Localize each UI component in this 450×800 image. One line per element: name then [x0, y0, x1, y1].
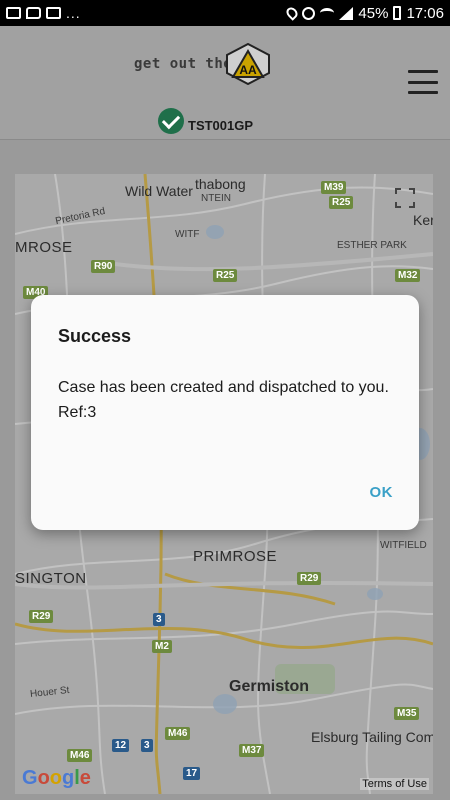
- map-label-witfield: WITFIELD: [380, 540, 427, 551]
- signal-icon: [339, 6, 354, 20]
- road-shield-r29: R29: [297, 572, 322, 585]
- road-shield-m2: M2: [152, 640, 172, 653]
- battery-percent: 45%: [358, 4, 389, 22]
- road-shield-r29: R29: [29, 610, 54, 623]
- map-label-esther-park: ESTHER PARK: [337, 240, 407, 251]
- road-shield-n12: 12: [112, 739, 130, 752]
- road-shield-n3: 3: [141, 739, 153, 752]
- clock: 17:06: [406, 4, 444, 22]
- dialog-reference: Ref:3: [58, 404, 97, 421]
- more-notifications: ...: [66, 5, 81, 21]
- map-label-sington: SINGTON: [15, 570, 87, 587]
- battery-icon: [393, 6, 402, 20]
- map-label-kem: Ker: [413, 212, 433, 228]
- map-label-primrose: PRIMROSE: [193, 548, 278, 565]
- app-header: get out there AA TST001GP: [0, 26, 450, 140]
- gmail-icon: [6, 7, 21, 19]
- road-shield-n3: 3: [153, 613, 165, 626]
- road-shield-m35: M35: [394, 707, 420, 720]
- road-shield-r90: R90: [91, 260, 116, 273]
- road-shield-m39: M39: [321, 181, 347, 194]
- road-shield-r25: R25: [329, 196, 354, 209]
- map-label-ntein: NTEIN: [201, 193, 231, 204]
- location-icon: [284, 5, 301, 21]
- map-label-mrose: MROSE: [15, 239, 73, 256]
- road-shield-r25: R25: [213, 269, 238, 282]
- map-label-germiston: Germiston: [229, 678, 310, 695]
- vehicle-status: TST001GP: [158, 108, 253, 134]
- map-label-elsburg: Elsburg Tailing Compl: [311, 729, 433, 745]
- map-label-thabong: thabong: [195, 176, 246, 192]
- ok-button[interactable]: OK: [370, 484, 394, 501]
- alarm-icon: [302, 6, 316, 20]
- dialog-message-text: Case has been created and dispatched to …: [58, 379, 389, 396]
- fullscreen-icon[interactable]: [395, 188, 415, 208]
- map-label-witf: WITF: [175, 229, 200, 240]
- wifi-icon: [320, 8, 335, 18]
- google-logo: Google: [22, 767, 91, 789]
- map-label-wild-water: Wild Water: [125, 183, 193, 199]
- dialog-message: Case has been created and dispatched to …: [58, 375, 398, 425]
- road-shield-m37: M37: [239, 744, 265, 757]
- hamburger-menu-icon[interactable]: [408, 70, 438, 94]
- check-circle-icon: [158, 108, 184, 134]
- road-shield-n17: 17: [183, 767, 201, 780]
- success-dialog: Success Case has been created and dispat…: [31, 295, 419, 530]
- chat-icon: [26, 7, 41, 19]
- aa-logo-text: AA: [239, 63, 257, 77]
- vehicle-registration: TST001GP: [188, 118, 254, 133]
- road-shield-m32: M32: [395, 269, 421, 282]
- dialog-title: Success: [58, 326, 132, 346]
- aa-logo: AA: [226, 43, 270, 85]
- road-shield-m46: M46: [67, 749, 93, 762]
- road-shield-m46: M46: [165, 727, 191, 740]
- photo-icon: [46, 7, 61, 19]
- status-bar: ... 45% 17:06: [0, 0, 450, 26]
- terms-of-use-link[interactable]: Terms of Use: [360, 778, 429, 790]
